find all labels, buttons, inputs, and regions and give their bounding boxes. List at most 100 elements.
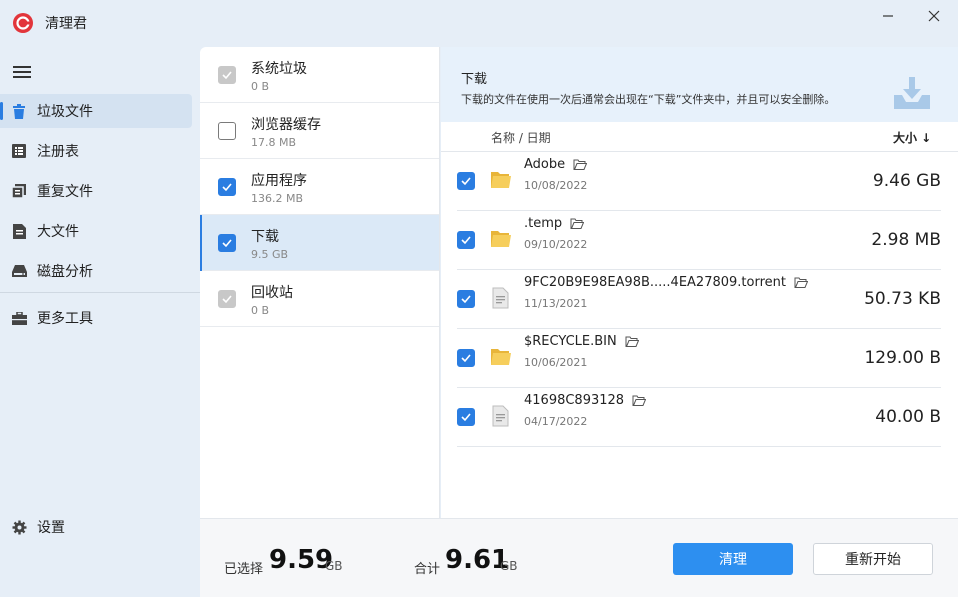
app-title: 清理君	[45, 16, 87, 32]
app-logo-icon	[13, 13, 33, 33]
total-label: 合计	[414, 562, 441, 577]
file-row[interactable]: Adobe 10/08/2022 9.46 GB	[457, 152, 941, 211]
category-name: 浏览器缓存	[251, 117, 321, 133]
selected-unit: GB	[325, 559, 343, 573]
file-date: 04/17/2022	[524, 415, 588, 428]
file-size: 50.73 KB	[864, 289, 941, 309]
file-checkbox[interactable]	[457, 349, 475, 367]
close-icon	[928, 10, 940, 22]
sidebar: 垃圾文件 注册表 重复文件 大文件 磁盘分析 更多工具	[0, 46, 200, 597]
sidebar-item-label: 磁盘分析	[37, 264, 93, 280]
category-checkbox[interactable]	[218, 122, 236, 140]
detail-header: 下载 下载的文件在使用一次后通常会出现在“下载”文件夹中，并且可以安全删除。	[441, 47, 958, 122]
category-list: 系统垃圾 0 B 浏览器缓存 17.8 MB 应用程序 136.2 MB 下载 …	[200, 47, 440, 518]
file-checkbox[interactable]	[457, 290, 475, 308]
category-item-system-junk[interactable]: 系统垃圾 0 B	[200, 47, 439, 103]
file-date: 10/08/2022	[524, 179, 588, 192]
footer-bar: 已选择 9.59 GB 合计 9.61 GB 清理 重新开始	[200, 518, 958, 597]
open-folder-icon[interactable]	[625, 336, 639, 348]
file-checkbox[interactable]	[457, 172, 475, 190]
sidebar-item-disk-analysis[interactable]: 磁盘分析	[0, 254, 192, 288]
toolbox-icon	[11, 310, 27, 326]
sidebar-item-label: 更多工具	[37, 311, 93, 327]
selected-label: 已选择	[224, 562, 264, 577]
category-size: 0 B	[251, 80, 270, 93]
total-unit: GB	[500, 559, 518, 573]
open-folder-icon[interactable]	[794, 277, 808, 289]
document-icon	[11, 223, 27, 239]
restart-button[interactable]: 重新开始	[813, 543, 933, 575]
file-name: Adobe	[524, 157, 588, 172]
file-icon	[492, 405, 509, 427]
close-button[interactable]	[922, 6, 946, 26]
folder-icon	[491, 349, 511, 365]
category-size: 17.8 MB	[251, 136, 297, 149]
clean-button[interactable]: 清理	[673, 543, 793, 575]
category-checkbox[interactable]	[218, 178, 236, 196]
file-size: 2.98 MB	[871, 230, 941, 250]
category-name: 回收站	[251, 285, 293, 301]
file-row[interactable]: 9FC20B9E98EA98B.....4EA27809.torrent 11/…	[457, 270, 941, 329]
minimize-icon	[883, 15, 893, 17]
hamburger-icon[interactable]	[13, 66, 31, 78]
category-name: 系统垃圾	[251, 61, 307, 77]
file-name: $RECYCLE.BIN	[524, 334, 639, 349]
file-size: 129.00 B	[864, 348, 941, 368]
sidebar-item-junk-files[interactable]: 垃圾文件	[0, 94, 192, 128]
category-size: 0 B	[251, 304, 270, 317]
detail-pane: 下载 下载的文件在使用一次后通常会出现在“下载”文件夹中，并且可以安全删除。 名…	[441, 47, 958, 518]
title-bar: 清理君	[0, 0, 958, 46]
folder-icon	[491, 231, 511, 247]
category-size: 9.5 GB	[251, 248, 289, 261]
file-date: 10/06/2021	[524, 356, 588, 369]
sidebar-item-more-tools[interactable]: 更多工具	[0, 301, 192, 335]
category-name: 下载	[251, 229, 279, 245]
file-row[interactable]: 41698C893128 04/17/2022 40.00 B	[457, 388, 941, 447]
category-size: 136.2 MB	[251, 192, 304, 205]
open-folder-icon[interactable]	[570, 218, 585, 230]
sidebar-divider	[0, 292, 200, 293]
trash-icon	[11, 103, 27, 119]
file-date: 09/10/2022	[524, 238, 588, 251]
sidebar-item-label: 注册表	[37, 144, 79, 160]
file-row[interactable]: $RECYCLE.BIN 10/06/2021 129.00 B	[457, 329, 941, 388]
sidebar-item-label: 大文件	[37, 224, 79, 240]
sidebar-item-large-files[interactable]: 大文件	[0, 214, 192, 248]
category-item-browser-cache[interactable]: 浏览器缓存 17.8 MB	[200, 103, 439, 159]
settings-button[interactable]: 设置	[11, 517, 65, 537]
download-icon	[894, 77, 930, 109]
file-icon	[492, 287, 509, 309]
sidebar-item-registry[interactable]: 注册表	[0, 134, 192, 168]
file-name: 41698C893128	[524, 393, 647, 408]
disk-icon	[11, 263, 27, 279]
column-header: 名称 / 日期 大小 ↓	[441, 122, 958, 152]
detail-title: 下载	[461, 72, 488, 87]
column-size-sort[interactable]: 大小 ↓	[893, 129, 931, 146]
minimize-button[interactable]	[876, 6, 900, 26]
open-folder-icon[interactable]	[573, 159, 588, 171]
file-checkbox[interactable]	[457, 231, 475, 249]
category-checkbox[interactable]	[218, 234, 236, 252]
category-name: 应用程序	[251, 173, 307, 189]
selected-value: 9.59	[269, 545, 334, 575]
settings-label: 设置	[37, 520, 65, 536]
file-row[interactable]: .temp 09/10/2022 2.98 MB	[457, 211, 941, 270]
detail-description: 下载的文件在使用一次后通常会出现在“下载”文件夹中，并且可以安全删除。	[461, 93, 836, 106]
category-item-recycle-bin[interactable]: 回收站 0 B	[200, 271, 439, 327]
column-name-date[interactable]: 名称 / 日期	[491, 129, 551, 146]
file-name: 9FC20B9E98EA98B.....4EA27809.torrent	[524, 275, 808, 290]
sidebar-item-duplicate-files[interactable]: 重复文件	[0, 174, 192, 208]
gear-icon	[11, 519, 27, 535]
sidebar-item-label: 重复文件	[37, 184, 93, 200]
duplicate-icon	[11, 183, 27, 199]
category-item-downloads[interactable]: 下载 9.5 GB	[200, 215, 439, 271]
file-name: .temp	[524, 216, 585, 231]
file-checkbox[interactable]	[457, 408, 475, 426]
category-item-applications[interactable]: 应用程序 136.2 MB	[200, 159, 439, 215]
category-checkbox[interactable]	[218, 290, 236, 308]
category-checkbox[interactable]	[218, 66, 236, 84]
list-icon	[11, 143, 27, 159]
sidebar-item-label: 垃圾文件	[37, 104, 93, 120]
file-size: 9.46 GB	[872, 171, 941, 191]
open-folder-icon[interactable]	[632, 395, 647, 407]
